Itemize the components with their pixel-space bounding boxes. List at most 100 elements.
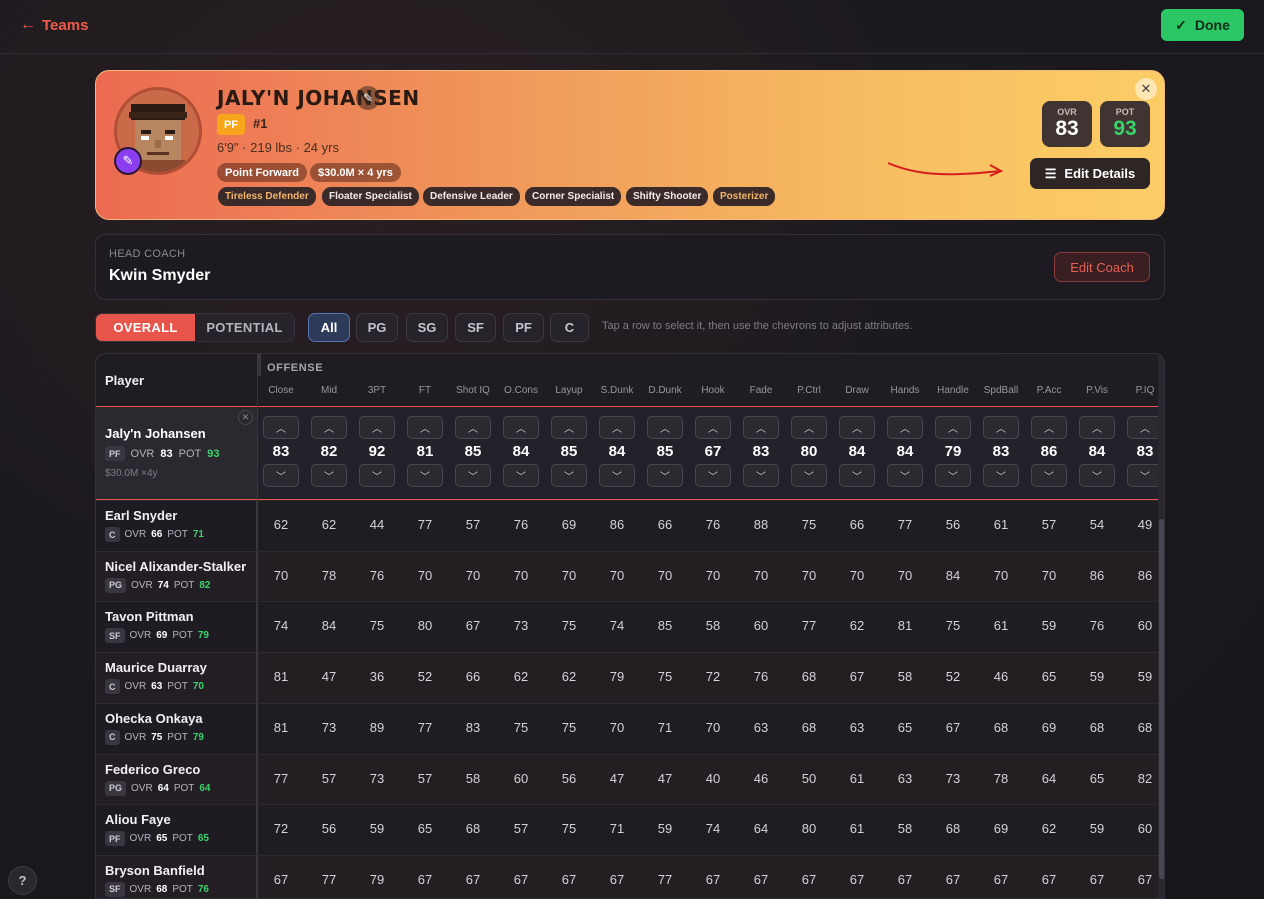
player-cell[interactable]: Nicel Alixander-Stalker PG OVR 74 POT 82 <box>96 551 257 602</box>
attribute-cell: 73 <box>945 770 961 786</box>
decrease-chevron-icon[interactable]: ﹀ <box>407 464 443 487</box>
column-header[interactable]: Close <box>257 385 305 396</box>
player-cell[interactable]: Tavon Pittman SF OVR 69 POT 79 <box>96 602 257 653</box>
increase-chevron-icon[interactable]: ︿ <box>311 416 347 439</box>
attribute-cell: 59 <box>369 821 385 837</box>
player-cell[interactable]: Federico Greco PG OVR 64 POT 64 <box>96 754 257 805</box>
table-row[interactable]: Federico Greco PG OVR 64 POT 64 77 57 73 57 58 60 56… <box>96 753 1158 805</box>
column-header[interactable]: Draw <box>833 385 881 396</box>
column-header[interactable]: O.Cons <box>497 385 545 396</box>
table-row[interactable]: Bryson Banfield SF OVR 68 POT 76 67 77 79 67 67 67 6… <box>96 854 1158 898</box>
player-cell[interactable]: Aliou Faye PF OVR 65 POT 65 <box>96 805 257 856</box>
table-row[interactable]: Ohecka Onkaya C OVR 75 POT 79 81 73 89 77 83 75 75 70… <box>96 702 1158 754</box>
mode-overall-tab[interactable]: OVERALL <box>96 314 195 341</box>
edit-coach-button[interactable]: Edit Coach <box>1054 252 1150 282</box>
table-row[interactable]: Earl Snyder C OVR 66 POT 71 62 62 44 77 57 76 69 86 66… <box>96 500 1158 551</box>
increase-chevron-icon[interactable]: ︿ <box>743 416 779 439</box>
decrease-chevron-icon[interactable]: ﹀ <box>791 464 827 487</box>
player-cell[interactable]: Maurice Duarray C OVR 63 POT 70 <box>96 653 257 704</box>
back-to-teams-link[interactable]: ← Teams <box>20 16 88 34</box>
increase-chevron-icon[interactable]: ︿ <box>983 416 1019 439</box>
increase-chevron-icon[interactable]: ︿ <box>647 416 683 439</box>
filter-all[interactable]: All <box>308 313 350 342</box>
decrease-chevron-icon[interactable]: ﹀ <box>1031 464 1067 487</box>
column-header[interactable]: Shot IQ <box>449 385 497 396</box>
decrease-chevron-icon[interactable]: ﹀ <box>263 464 299 487</box>
increase-chevron-icon[interactable]: ︿ <box>407 416 443 439</box>
deselect-icon[interactable]: ✕ <box>238 410 253 425</box>
decrease-chevron-icon[interactable]: ﹀ <box>935 464 971 487</box>
increase-chevron-icon[interactable]: ︿ <box>263 416 299 439</box>
increase-chevron-icon[interactable]: ︿ <box>599 416 635 439</box>
column-header[interactable]: Layup <box>545 385 593 396</box>
table-row[interactable]: Maurice Duarray C OVR 63 POT 70 81 47 36 52 66 62 62… <box>96 652 1158 704</box>
column-header[interactable]: Handle <box>929 385 977 396</box>
decrease-chevron-icon[interactable]: ﹀ <box>599 464 635 487</box>
increase-chevron-icon[interactable]: ︿ <box>791 416 827 439</box>
filter-c[interactable]: C <box>550 313 589 342</box>
ovr-value: 75 <box>151 731 163 743</box>
attribute-cell: 70 <box>993 567 1009 583</box>
column-header[interactable]: D.Dunk <box>641 385 689 396</box>
help-button[interactable]: ? <box>8 866 37 895</box>
decrease-chevron-icon[interactable]: ﹀ <box>695 464 731 487</box>
filter-sf[interactable]: SF <box>455 313 496 342</box>
decrease-chevron-icon[interactable]: ﹀ <box>1079 464 1115 487</box>
column-header[interactable]: FT <box>401 385 449 396</box>
scrollbar-thumb[interactable] <box>1159 519 1164 879</box>
increase-chevron-icon[interactable]: ︿ <box>695 416 731 439</box>
increase-chevron-icon[interactable]: ︿ <box>1031 416 1067 439</box>
close-icon[interactable]: ✕ <box>1135 78 1157 100</box>
done-button[interactable]: ✓ Done <box>1161 9 1244 41</box>
increase-chevron-icon[interactable]: ︿ <box>503 416 539 439</box>
increase-chevron-icon[interactable]: ︿ <box>551 416 587 439</box>
selected-attribute-value: 84 <box>848 443 866 460</box>
decrease-chevron-icon[interactable]: ﹀ <box>551 464 587 487</box>
decrease-chevron-icon[interactable]: ﹀ <box>455 464 491 487</box>
decrease-chevron-icon[interactable]: ﹀ <box>647 464 683 487</box>
column-header[interactable]: P.Acc <box>1025 385 1073 396</box>
edit-details-button[interactable]: ☰ Edit Details <box>1030 158 1150 189</box>
player-cell[interactable]: Bryson Banfield SF OVR 68 POT 76 <box>96 855 257 898</box>
column-header[interactable]: Hands <box>881 385 929 396</box>
decrease-chevron-icon[interactable]: ﹀ <box>887 464 923 487</box>
column-header[interactable]: Hook <box>689 385 737 396</box>
player-name: Bryson Banfield <box>105 862 205 878</box>
player-cell[interactable]: Earl Snyder C OVR 66 POT 71 <box>96 501 257 551</box>
table-row[interactable]: Tavon Pittman SF OVR 69 POT 79 74 84 75 80 67 73 75 7… <box>96 601 1158 653</box>
decrease-chevron-icon[interactable]: ﹀ <box>503 464 539 487</box>
mode-potential-tab[interactable]: POTENTIAL <box>195 314 294 341</box>
table-row[interactable]: Aliou Faye PF OVR 65 POT 65 72 56 59 65 68 57 75 71 59… <box>96 804 1158 856</box>
filter-pg[interactable]: PG <box>356 313 398 342</box>
attribute-cell: 68 <box>945 821 961 837</box>
increase-chevron-icon[interactable]: ︿ <box>1079 416 1115 439</box>
decrease-chevron-icon[interactable]: ﹀ <box>359 464 395 487</box>
position-badge: PG <box>105 577 127 593</box>
column-header[interactable]: 3PT <box>353 385 401 396</box>
filter-sg[interactable]: SG <box>406 313 448 342</box>
decrease-chevron-icon[interactable]: ﹀ <box>311 464 347 487</box>
filter-pf[interactable]: PF <box>503 313 544 342</box>
increase-chevron-icon[interactable]: ︿ <box>887 416 923 439</box>
increase-chevron-icon[interactable]: ︿ <box>839 416 875 439</box>
player-cell[interactable]: Ohecka Onkaya C OVR 75 POT 79 <box>96 703 257 754</box>
column-header[interactable]: S.Dunk <box>593 385 641 396</box>
column-header[interactable]: Fade <box>737 385 785 396</box>
column-header[interactable]: Mid <box>305 385 353 396</box>
column-header[interactable]: SpdBall <box>977 385 1025 396</box>
selected-attribute-value: 82 <box>320 443 338 460</box>
increase-chevron-icon[interactable]: ︿ <box>455 416 491 439</box>
attribute-cell: 63 <box>849 719 865 735</box>
decrease-chevron-icon[interactable]: ﹀ <box>743 464 779 487</box>
decrease-chevron-icon[interactable]: ﹀ <box>983 464 1019 487</box>
trait-chip: Floater Specialist <box>322 187 419 206</box>
selected-attribute-value: 79 <box>944 443 962 460</box>
decrease-chevron-icon[interactable]: ﹀ <box>839 464 875 487</box>
column-header[interactable]: P.Vis <box>1073 385 1121 396</box>
avatar-edit-button[interactable]: ✎ <box>114 147 142 175</box>
table-row[interactable]: Nicel Alixander-Stalker PG OVR 74 POT 82 70 78 7… <box>96 550 1158 602</box>
increase-chevron-icon[interactable]: ︿ <box>359 416 395 439</box>
column-header[interactable]: P.Ctrl <box>785 385 833 396</box>
edit-name-button[interactable]: ✎ <box>356 86 380 110</box>
increase-chevron-icon[interactable]: ︿ <box>935 416 971 439</box>
